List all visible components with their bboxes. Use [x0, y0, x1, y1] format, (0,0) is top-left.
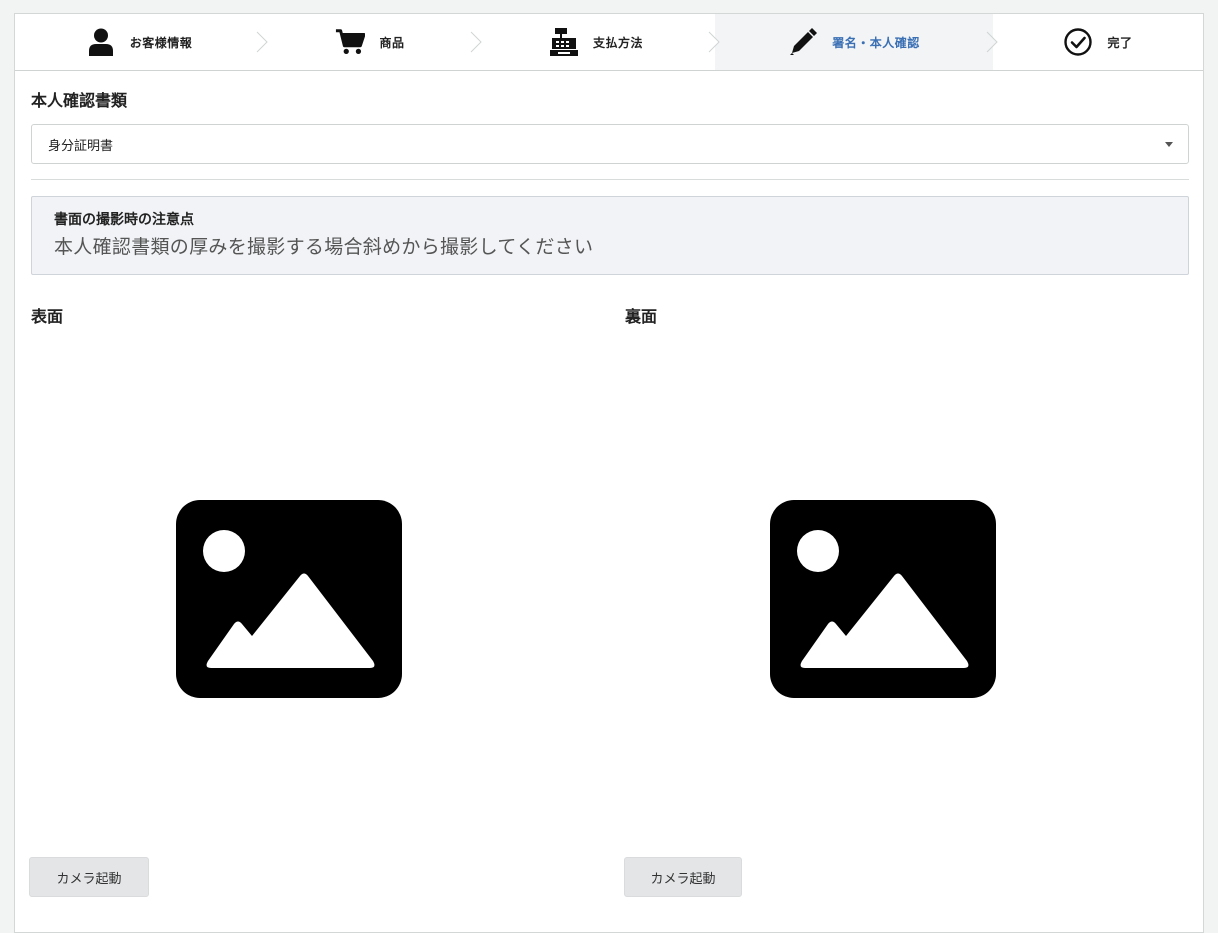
id-document-selected-value: 身分証明書	[48, 138, 114, 154]
chevron-right-icon	[256, 31, 268, 53]
step-label: 支払方法	[592, 35, 643, 50]
pen-icon	[788, 27, 818, 57]
divider	[31, 179, 1189, 180]
chevron-right-icon	[470, 31, 482, 53]
step-signature-verification[interactable]: 署名・本人確認	[715, 14, 998, 70]
id-document-title: 本人確認書類	[31, 91, 128, 110]
back-side-label: 裏面	[625, 307, 658, 326]
chevron-right-icon	[986, 31, 998, 53]
step-label: 商品	[379, 35, 405, 50]
note-heading: 書面の撮影時の注意点	[54, 212, 194, 228]
step-label: お客様情報	[129, 35, 193, 50]
id-document-select[interactable]: 身分証明書	[31, 124, 1189, 164]
step-payment[interactable]: 支払方法	[477, 14, 720, 70]
page-frame: お客様情報 商品 支払方法 署名・本人確認 完了 本人確認書類 身分証明書 書面…	[14, 13, 1204, 933]
image-placeholder-icon	[770, 500, 996, 698]
photo-note-box: 書面の撮影時の注意点 本人確認書類の厚みを撮影する場合斜めから撮影してください	[31, 196, 1189, 275]
step-complete[interactable]: 完了	[993, 14, 1203, 70]
dropdown-caret-icon	[1165, 142, 1173, 147]
front-side-label: 表面	[31, 307, 64, 326]
back-camera-button[interactable]: カメラ起動	[624, 857, 742, 897]
step-label: 完了	[1107, 35, 1133, 50]
step-label: 署名・本人確認	[832, 35, 920, 50]
cash-register-icon	[549, 27, 579, 57]
step-customer-info[interactable]: お客様情報	[15, 14, 268, 70]
note-body: 本人確認書類の厚みを撮影する場合斜めから撮影してください	[54, 236, 594, 258]
step-product[interactable]: 商品	[263, 14, 482, 70]
cart-icon	[335, 27, 366, 57]
chevron-right-icon	[708, 31, 720, 53]
user-icon	[86, 27, 116, 57]
front-camera-button[interactable]: カメラ起動	[29, 857, 149, 897]
image-placeholder-icon	[176, 500, 402, 698]
progress-stepper: お客様情報 商品 支払方法 署名・本人確認 完了	[15, 14, 1203, 71]
check-circle-icon	[1063, 27, 1093, 57]
